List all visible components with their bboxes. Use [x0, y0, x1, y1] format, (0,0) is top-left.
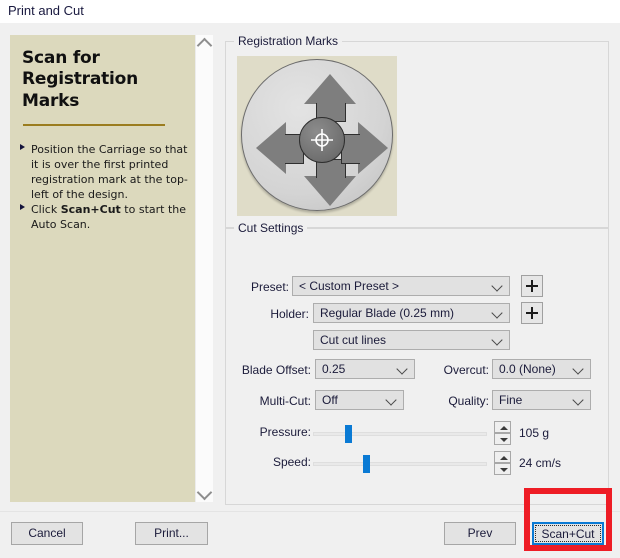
instruction-panel: Scan for Registration Marks Position the… [10, 35, 195, 502]
speed-slider[interactable] [313, 455, 487, 473]
triangle-up-icon [500, 426, 508, 430]
preset-label: Preset: [250, 280, 289, 294]
chevron-down-icon [385, 394, 397, 406]
scan-cut-button-label: Scan+Cut [541, 527, 595, 541]
overcut-label: Overcut: [443, 363, 489, 377]
speed-decrement-button[interactable] [494, 463, 511, 475]
print-button[interactable]: Print... [135, 522, 208, 545]
dialog-footer: Cancel Print... Prev Scan+Cut [0, 511, 620, 558]
arrow-right-icon[interactable] [358, 122, 388, 174]
cut-action-dropdown[interactable]: Cut cut lines [313, 330, 510, 350]
quality-label: Quality: [448, 394, 489, 408]
instruction-scrollbar[interactable] [195, 35, 213, 502]
prev-button[interactable]: Prev [444, 522, 516, 545]
blade-offset-value: 0.25 [322, 362, 346, 376]
instruction-bullet-2-text-bold: Scan+Cut [60, 203, 121, 217]
pressure-slider-thumb[interactable] [345, 425, 353, 443]
chevron-down-icon [572, 394, 584, 406]
dialog-body: Scan for Registration Marks Position the… [0, 23, 620, 511]
cut-settings-group-title: Cut Settings [234, 221, 308, 235]
cancel-button[interactable]: Cancel [11, 522, 83, 545]
instruction-heading: Scan for Registration Marks [22, 48, 182, 112]
pressure-increment-button[interactable] [494, 421, 511, 433]
chevron-down-icon [196, 484, 213, 501]
triangle-down-icon [500, 468, 508, 472]
add-holder-button[interactable] [521, 302, 543, 324]
scroll-down-button[interactable] [196, 484, 213, 502]
crosshair-target-icon [311, 129, 333, 151]
arrow-down-icon[interactable] [304, 176, 356, 206]
pressure-spinner[interactable] [494, 421, 511, 445]
speed-increment-button[interactable] [494, 451, 511, 463]
page-title: Print and Cut [8, 3, 84, 18]
carriage-dpad [237, 56, 397, 216]
multi-cut-dropdown[interactable]: Off [315, 390, 404, 410]
multi-cut-value: Off [322, 393, 338, 407]
dpad-disc [241, 59, 393, 211]
multi-cut-label: Multi-Cut: [259, 394, 311, 408]
overcut-value: 0.0 (None) [499, 362, 556, 376]
cut-action-value: Cut cut lines [320, 333, 387, 347]
instruction-heading-line1: Scan for [22, 48, 100, 68]
speed-label: Speed: [272, 455, 311, 469]
holder-dropdown[interactable]: Regular Blade (0.25 mm) [313, 303, 510, 323]
bullet-triangle-icon [20, 144, 25, 150]
instruction-bullet-2: Click Scan+Cut to start the Auto Scan. [18, 203, 190, 233]
chevron-up-icon [196, 37, 213, 54]
instruction-bullet-1: Position the Carriage so that it is over… [18, 143, 190, 202]
cut-settings-group: Cut Settings Preset: < Custom Preset > H… [225, 221, 609, 505]
dpad-center-button[interactable] [299, 117, 345, 163]
window-title-bar: Print and Cut [0, 0, 620, 23]
arrow-up-icon[interactable] [304, 74, 356, 104]
triangle-down-icon [500, 438, 508, 442]
chevron-down-icon [491, 307, 503, 319]
pressure-label: Pressure: [259, 425, 311, 439]
add-preset-button[interactable] [521, 275, 543, 297]
quality-value: Fine [499, 393, 523, 407]
pressure-value: 105 g [519, 426, 550, 440]
holder-value: Regular Blade (0.25 mm) [320, 306, 455, 320]
instruction-bullet-2-text-before: Click [31, 203, 61, 217]
chevron-down-icon [396, 363, 408, 375]
quality-dropdown[interactable]: Fine [492, 390, 591, 410]
scroll-up-button[interactable] [196, 35, 213, 54]
speed-spinner[interactable] [494, 451, 511, 475]
chevron-down-icon [491, 334, 503, 346]
triangle-up-icon [500, 456, 508, 460]
chevron-down-icon [572, 363, 584, 375]
registration-marks-group-title: Registration Marks [234, 34, 343, 48]
instruction-heading-line2: Registration Marks [22, 69, 139, 111]
bullet-triangle-icon [20, 204, 25, 211]
chevron-down-icon [491, 280, 503, 292]
heading-divider [23, 124, 165, 126]
pressure-slider[interactable] [313, 425, 487, 443]
pressure-decrement-button[interactable] [494, 433, 511, 445]
preset-value: < Custom Preset > [299, 279, 400, 293]
arrow-left-icon[interactable] [256, 122, 286, 174]
holder-label: Holder: [270, 307, 309, 321]
overcut-dropdown[interactable]: 0.0 (None) [492, 359, 591, 379]
instruction-list: Position the Carriage so that it is over… [18, 143, 190, 234]
scan-cut-button[interactable]: Scan+Cut [532, 522, 604, 545]
speed-value: 24 cm/s [519, 456, 562, 470]
blade-offset-label: Blade Offset: [241, 363, 311, 377]
speed-slider-thumb[interactable] [362, 455, 370, 473]
instruction-bullet-1-text: Position the Carriage so that it is over… [31, 143, 188, 201]
preset-dropdown[interactable]: < Custom Preset > [292, 276, 510, 296]
blade-offset-dropdown[interactable]: 0.25 [315, 359, 415, 379]
registration-marks-group: Registration Marks [225, 34, 609, 228]
